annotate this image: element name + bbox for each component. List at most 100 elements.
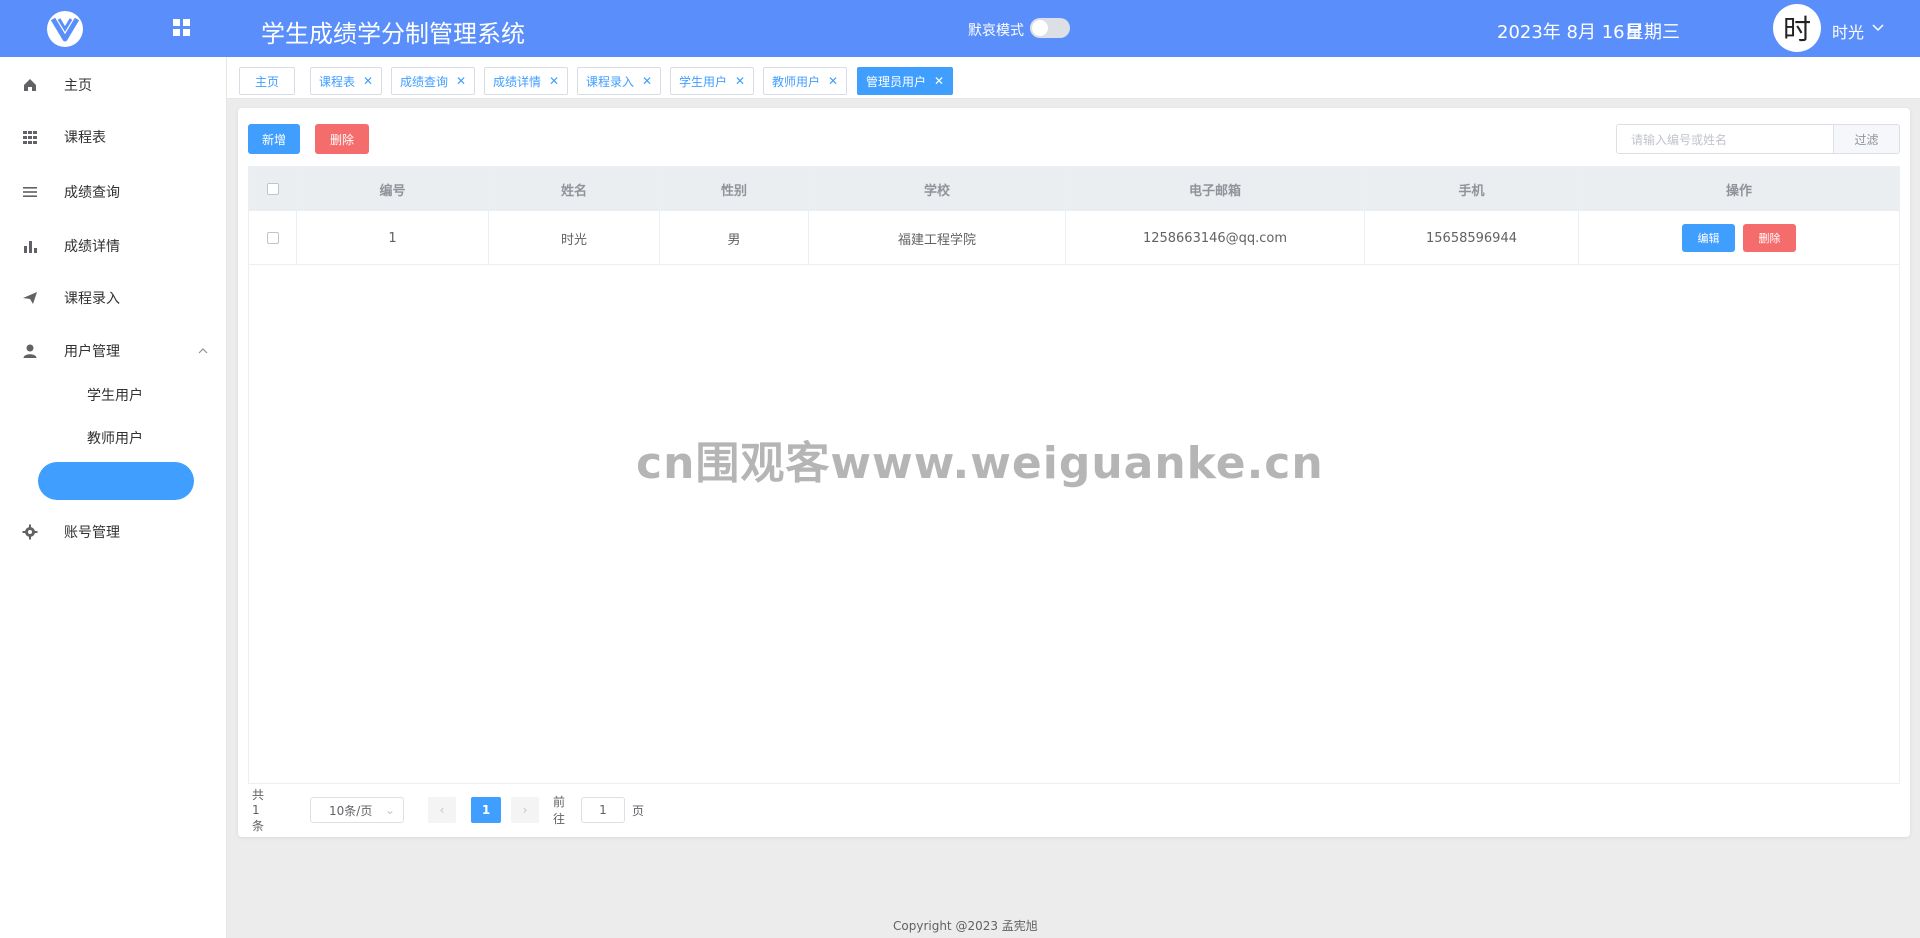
- close-icon[interactable]: ✕: [828, 74, 838, 88]
- copyright-text: Copyright @2023 孟宪旭: [893, 919, 1038, 933]
- sidebar-item-home[interactable]: 主页: [0, 65, 226, 105]
- current-weekday: 星期三: [1626, 22, 1680, 43]
- sidebar-item-schedule[interactable]: 课程表: [0, 117, 226, 157]
- close-icon[interactable]: ✕: [642, 74, 652, 88]
- tab-label: 学生用户: [679, 74, 728, 89]
- sidebar-subitem-admins-active[interactable]: [38, 462, 194, 500]
- add-button[interactable]: 新增: [248, 124, 300, 154]
- search-input[interactable]: 请输入编号或姓名: [1616, 124, 1834, 154]
- table-header: 编号 姓名 性别 学校 电子邮箱 手机 操作: [249, 167, 1899, 211]
- tab-students[interactable]: 学生用户 ✕: [670, 67, 755, 95]
- chevron-left-icon: ‹: [439, 803, 445, 817]
- sidebar-subitem-teachers[interactable]: 教师用户: [0, 418, 226, 458]
- next-page-button[interactable]: ›: [511, 797, 539, 823]
- grid-icon: [23, 131, 37, 144]
- sidebar-item-grade-detail[interactable]: 成绩详情: [0, 226, 226, 266]
- row-select-cell: [249, 211, 297, 265]
- tab-course-entry[interactable]: 课程录入 ✕: [577, 67, 662, 95]
- tab-home[interactable]: 主页: [239, 67, 295, 95]
- tab-schedule[interactable]: 课程表 ✕: [310, 67, 383, 95]
- page-size-select[interactable]: 10条/页 ⌄: [310, 797, 404, 823]
- close-icon[interactable]: ✕: [934, 74, 944, 88]
- home-icon: [24, 79, 36, 91]
- sidebar-item-course-entry[interactable]: 课程录入: [0, 278, 226, 318]
- cell-school: 福建工程学院: [809, 211, 1066, 265]
- tab-label: 课程表: [319, 74, 356, 89]
- sidebar-item-label: 用户管理: [64, 344, 120, 360]
- tab-label: 管理员用户: [866, 74, 927, 89]
- column-header-gender: 性别: [660, 167, 809, 211]
- close-icon[interactable]: ✕: [735, 74, 745, 88]
- sidebar-subitem-label: 教师用户: [87, 431, 143, 447]
- page-size-value: 10条/页: [329, 803, 373, 818]
- column-header-name: 姓名: [489, 167, 660, 211]
- row-checkbox[interactable]: [266, 232, 279, 244]
- column-header-email: 电子邮箱: [1066, 167, 1365, 211]
- chevron-down-icon[interactable]: [1871, 17, 1885, 37]
- gear-icon: [22, 524, 38, 540]
- sidebar-item-user-management[interactable]: 用户管理: [0, 331, 226, 371]
- page-number-current[interactable]: 1: [471, 797, 501, 823]
- sidebar-subitem-students[interactable]: 学生用户: [0, 375, 226, 415]
- total-count: 共 1 条: [252, 788, 265, 833]
- prev-page-button[interactable]: ‹: [428, 797, 456, 823]
- mourning-mode-label: 默哀模式: [968, 23, 1024, 39]
- tab-label: 教师用户: [772, 74, 821, 89]
- tab-grade-detail[interactable]: 成绩详情 ✕: [484, 67, 569, 95]
- sidebar-item-grade-query[interactable]: 成绩查询: [0, 172, 226, 212]
- user-name[interactable]: 时光: [1832, 19, 1864, 43]
- current-date: 2023年 8月 16日: [1497, 22, 1643, 43]
- send-icon: [23, 292, 37, 304]
- tab-teachers[interactable]: 教师用户 ✕: [763, 67, 848, 95]
- mourning-mode-toggle[interactable]: [1030, 18, 1070, 38]
- sidebar-item-label: 成绩查询: [64, 185, 120, 201]
- avatar[interactable]: 时: [1773, 4, 1821, 52]
- list-icon: [23, 187, 37, 197]
- cell-email: 1258663146@qq.com: [1066, 211, 1365, 265]
- close-icon[interactable]: ✕: [456, 74, 466, 88]
- tab-grade-query[interactable]: 成绩查询 ✕: [391, 67, 476, 95]
- goto-prefix: 前往: [553, 795, 566, 826]
- bar-chart-icon: [24, 241, 37, 253]
- app-title: 学生成绩学分制管理系统: [261, 20, 525, 48]
- sidebar-item-account-management[interactable]: 账号管理: [0, 512, 226, 552]
- delete-button[interactable]: 删除: [1743, 224, 1796, 252]
- sidebar: 主页 课程表 成绩查询 成绩详情 课程录入 用户管理 学生用户 教师用户 账号管…: [0, 57, 227, 938]
- column-header-id: 编号: [297, 167, 489, 211]
- cell-name: 时光: [489, 211, 660, 265]
- sidebar-item-label: 成绩详情: [64, 239, 120, 255]
- table-row: 1 时光 男 福建工程学院 1258663146@qq.com 15658596…: [249, 211, 1899, 265]
- batch-delete-button[interactable]: 删除: [315, 124, 369, 154]
- column-header-school: 学校: [809, 167, 1066, 211]
- tab-label: 主页: [254, 74, 279, 89]
- cell-actions: 编辑 删除: [1579, 211, 1899, 265]
- column-header-phone: 手机: [1365, 167, 1579, 211]
- top-header: 学生成绩学分制管理系统 默哀模式 2023年 8月 16日 星期三 时 时光: [0, 0, 1920, 57]
- apps-grid-icon[interactable]: [172, 18, 192, 38]
- chevron-right-icon: ›: [522, 803, 528, 817]
- chevron-up-icon: [198, 348, 208, 354]
- toggle-knob: [1032, 20, 1048, 36]
- cell-gender: 男: [660, 211, 809, 265]
- filter-button[interactable]: 过滤: [1834, 124, 1900, 154]
- column-header-actions: 操作: [1725, 183, 1752, 199]
- tab-label: 课程录入: [586, 74, 635, 89]
- sidebar-subitem-label: 学生用户: [87, 388, 143, 404]
- tab-label: 成绩查询: [400, 74, 449, 89]
- edit-button[interactable]: 编辑: [1682, 224, 1735, 252]
- user-icon: [23, 344, 37, 358]
- cell-id: 1: [297, 211, 489, 265]
- sidebar-item-label: 主页: [64, 78, 92, 94]
- sidebar-item-label: 账号管理: [64, 525, 120, 541]
- goto-suffix: 页: [632, 803, 645, 818]
- watermark: cn围观客www.weiguanke.cn: [636, 438, 1324, 489]
- sidebar-item-label: 课程录入: [64, 291, 120, 307]
- tab-bar: 主页 课程表 ✕ 成绩查询 ✕ 成绩详情 ✕ 课程录入 ✕ 学生用户 ✕ 教师用户 ✕ 管理…: [227, 57, 1920, 99]
- select-all-checkbox[interactable]: [266, 183, 279, 195]
- tab-admins[interactable]: 管理员用户 ✕: [857, 67, 954, 95]
- goto-page-input[interactable]: 1: [581, 797, 625, 823]
- close-icon[interactable]: ✕: [549, 74, 559, 88]
- close-icon[interactable]: ✕: [363, 74, 373, 88]
- tab-label: 成绩详情: [493, 74, 542, 89]
- chevron-down-icon: ⌄: [384, 803, 395, 817]
